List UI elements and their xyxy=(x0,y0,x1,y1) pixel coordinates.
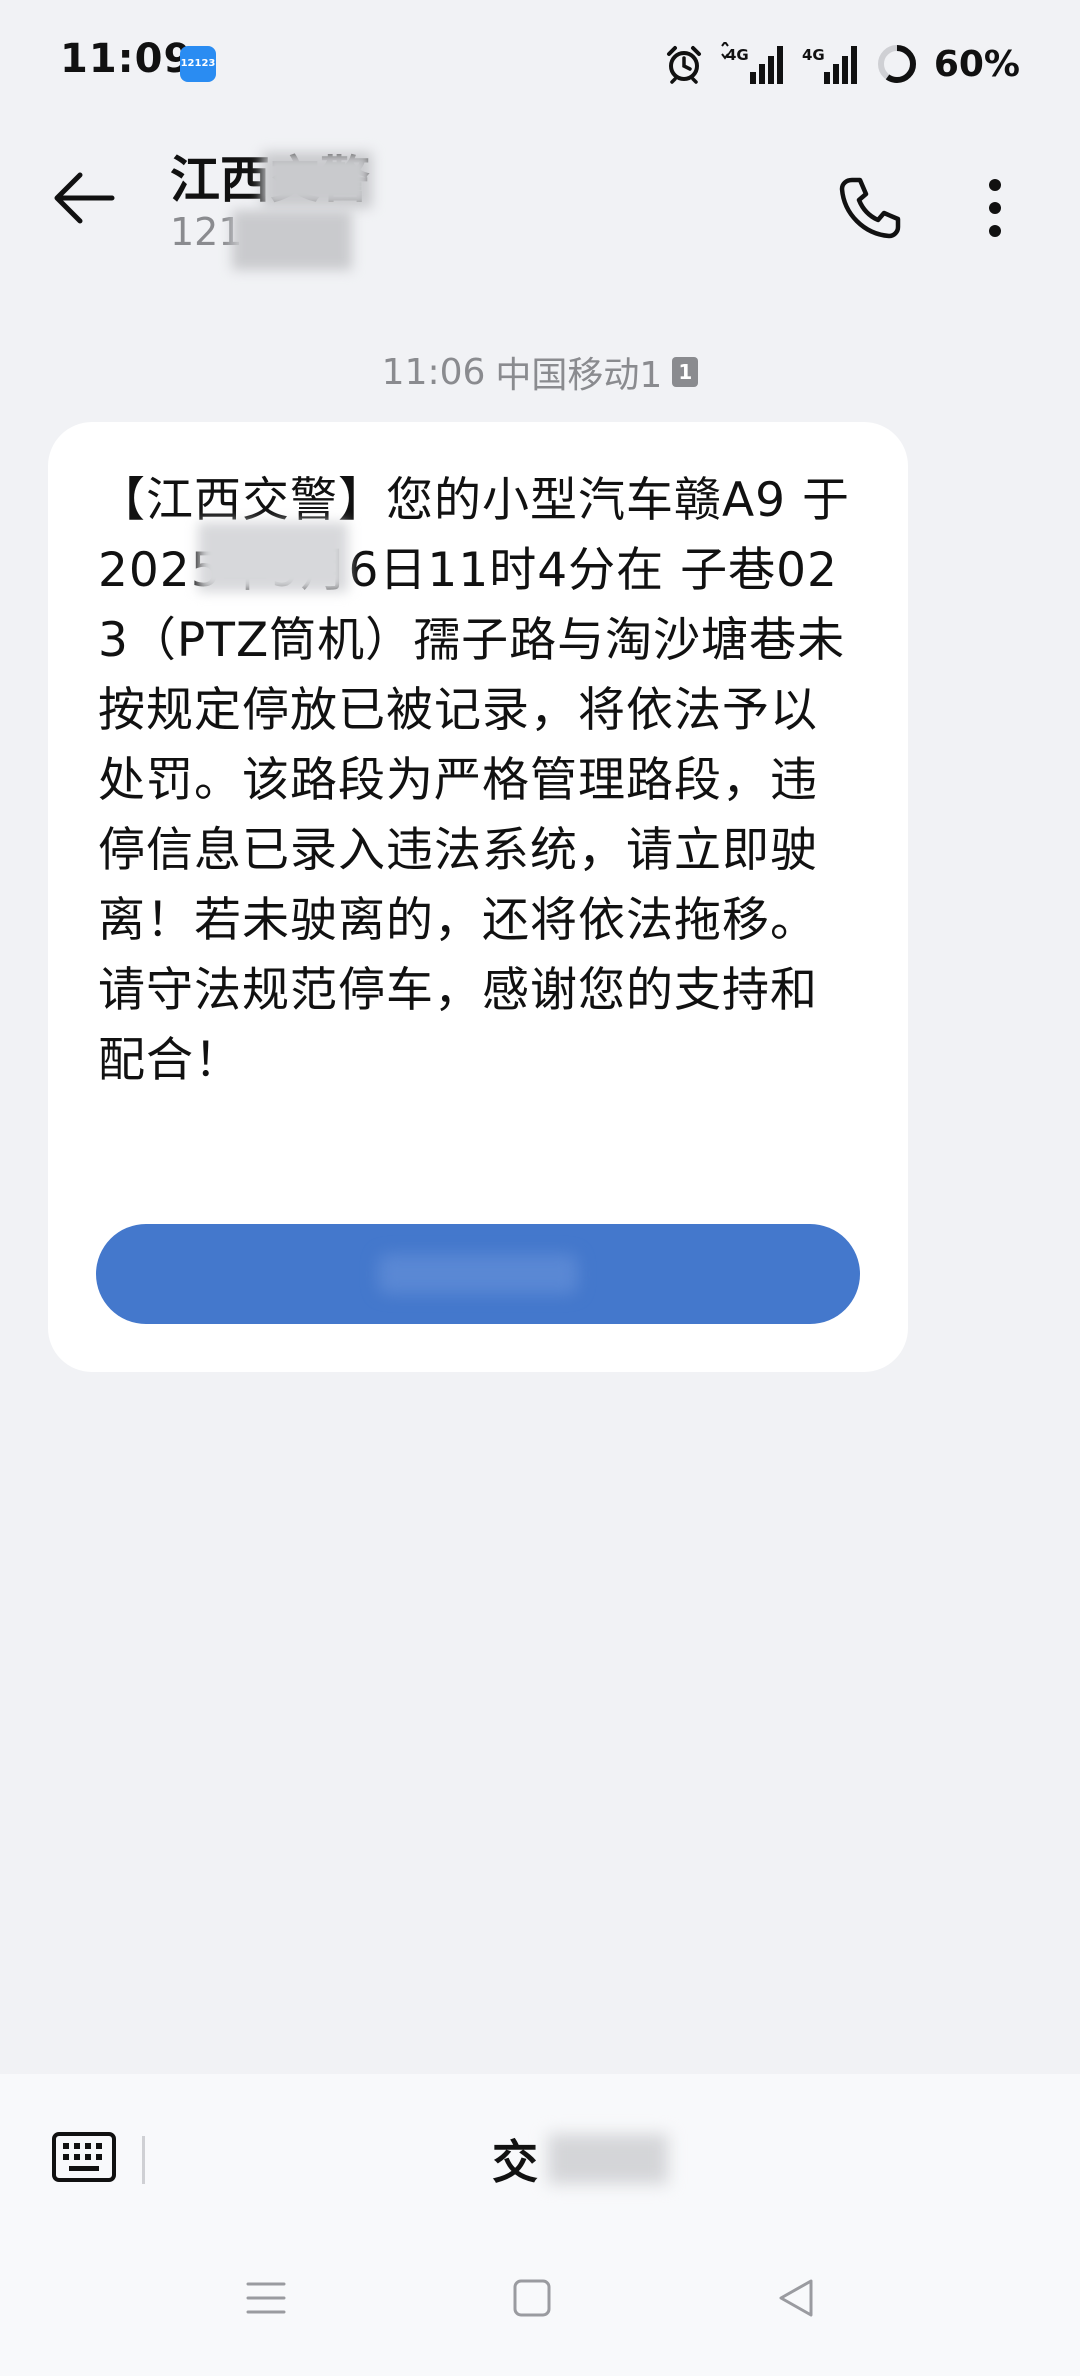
back-button[interactable] xyxy=(44,160,124,240)
network-label-2: 4G xyxy=(802,46,825,64)
message-meta: 11:06 中国移动1 1 xyxy=(0,346,1080,398)
redaction-blur xyxy=(548,2134,668,2184)
redaction-blur xyxy=(198,522,348,592)
message-action-button[interactable] xyxy=(96,1224,860,1324)
message-input[interactable]: 交 xyxy=(160,2114,1000,2204)
network-label-1: 4G xyxy=(726,46,749,64)
menu-icon xyxy=(244,2278,288,2322)
action-label-blurred xyxy=(378,1254,578,1294)
composer-divider xyxy=(142,2136,145,2184)
message-carrier: 中国移动1 xyxy=(495,355,663,396)
home-square-icon xyxy=(511,2277,553,2323)
system-navigation-bar xyxy=(0,2230,1080,2376)
more-vertical-icon xyxy=(988,178,1002,242)
signal-4g-icon: 4G xyxy=(802,42,860,86)
composer-text: 交 xyxy=(492,2135,538,2189)
redaction-blur xyxy=(262,152,372,208)
nav-home-button[interactable] xyxy=(492,2260,572,2340)
arrow-left-icon xyxy=(52,170,116,230)
nav-menu-button[interactable] xyxy=(226,2260,306,2340)
more-options-button[interactable] xyxy=(955,160,1035,260)
battery-percent: 60% xyxy=(933,43,1020,85)
message-bubble[interactable]: 【江西交警】您的小型汽车赣A9 于2025年9月6日11时4分在 子巷023（P… xyxy=(48,422,908,1372)
app-notification-icon: 12123 xyxy=(180,46,216,82)
conversation-header: 江西交警 121 xyxy=(0,130,1080,290)
keyboard-toggle-button[interactable] xyxy=(48,2129,120,2189)
call-button[interactable] xyxy=(820,160,920,260)
back-triangle-icon xyxy=(775,2277,817,2323)
message-time: 11:06 xyxy=(381,351,486,393)
redaction-blur xyxy=(232,210,352,270)
nav-back-button[interactable] xyxy=(756,2260,836,2340)
keyboard-icon xyxy=(51,2131,117,2187)
status-icons: 4G 4G 60% xyxy=(664,38,1020,90)
phone-icon xyxy=(836,174,904,246)
battery-ring-icon xyxy=(876,43,918,85)
status-bar: 11:09 12123 4G 4G 60% xyxy=(0,0,1080,130)
sim-slot-badge: 1 xyxy=(672,357,699,387)
signal-4g-icon: 4G xyxy=(720,42,786,86)
status-time: 11:09 xyxy=(60,36,193,82)
alarm-icon xyxy=(664,44,704,84)
